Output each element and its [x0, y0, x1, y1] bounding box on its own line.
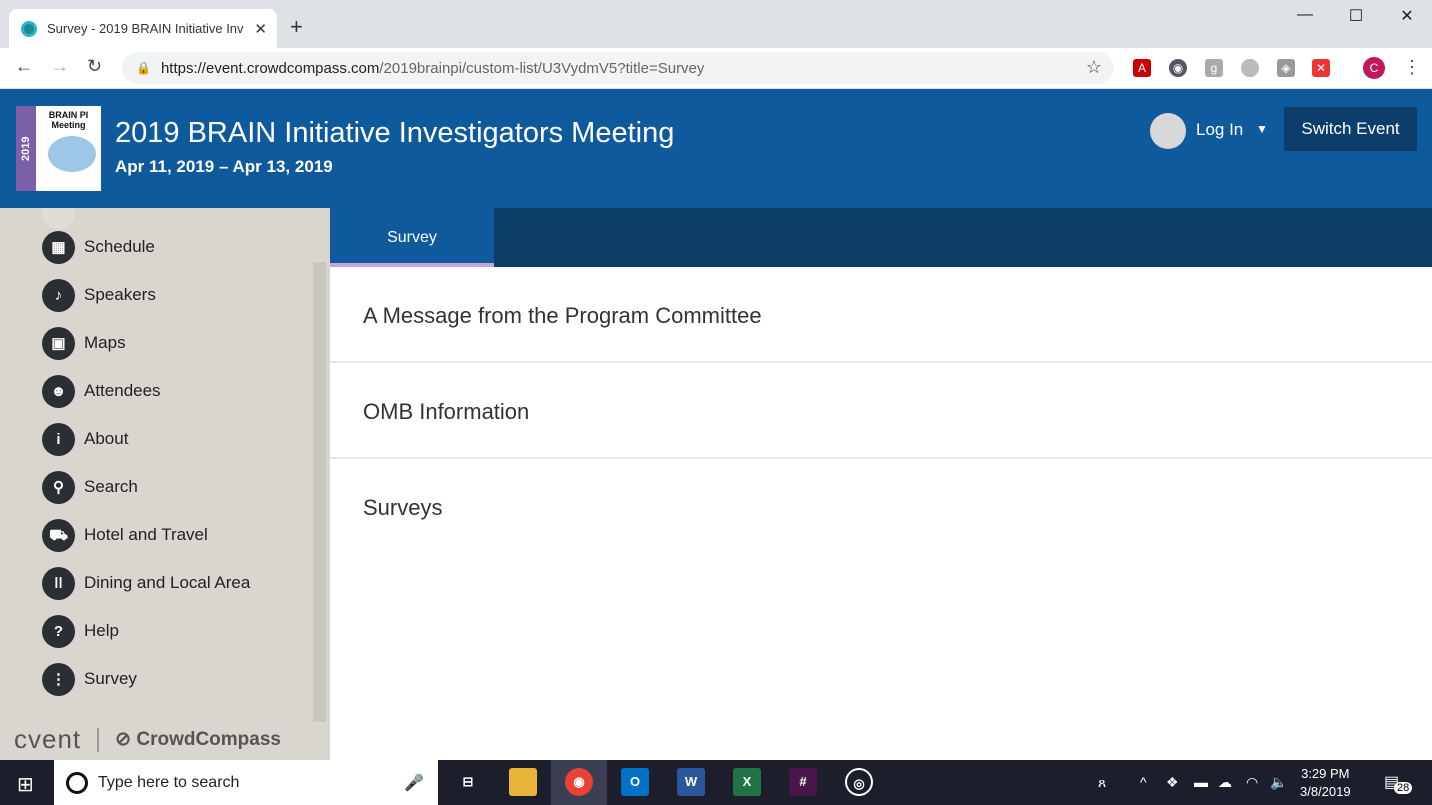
browser-toolbar: ← → ↻ 🔒 https://event.crowdcompass.com/2… [0, 48, 1432, 89]
back-icon[interactable]: ← [15, 56, 33, 77]
sidebar-item-partial[interactable] [42, 208, 84, 229]
event-dates: Apr 11, 2019 – Apr 13, 2019 [115, 157, 333, 176]
event-title: 2019 BRAIN Initiative Investigators Meet… [115, 117, 675, 149]
url-text: https://event.crowdcompass.com/2019brain… [160, 59, 705, 77]
reload-icon[interactable]: ↻ [87, 56, 102, 77]
chevron-down-icon[interactable]: ▼ [1256, 122, 1268, 136]
tab-title: Survey - 2019 BRAIN Initiative Inv [47, 21, 244, 36]
task-view-icon[interactable]: ⊟ [454, 768, 482, 796]
extension-x-icon[interactable]: ✕ [1312, 59, 1330, 77]
crowdcompass-logo: ⊘ CrowdCompass [115, 729, 281, 750]
outlook-icon[interactable]: O [621, 768, 649, 796]
list-item[interactable]: A Message from the Program Committee [330, 267, 1432, 363]
microphone-icon[interactable]: 🎤 [404, 773, 424, 793]
sidebar-item-help[interactable]: ? Help [42, 614, 119, 648]
profile-avatar[interactable]: C [1363, 57, 1385, 79]
list-item[interactable]: OMB Information [330, 363, 1432, 459]
groove-music-icon[interactable]: ◎ [845, 768, 873, 796]
fork-knife-icon: ǀǀ [42, 566, 75, 600]
people-icon: ☻ [42, 374, 75, 408]
sidebar-item-speakers[interactable]: ♪ Speakers [42, 278, 156, 312]
close-tab-icon[interactable]: ✕ [254, 20, 267, 38]
list-item-label: OMB Information [363, 399, 530, 424]
word-icon[interactable]: W [677, 768, 705, 796]
sidebar-item-about[interactable]: i About [42, 422, 128, 456]
logo-divider [97, 727, 100, 752]
sidebar-item-attendees[interactable]: ☻ Attendees [42, 374, 161, 408]
sidebar-item-search[interactable]: ⚲ Search [42, 470, 138, 504]
new-tab-button[interactable]: + [290, 14, 303, 40]
event-header: 2019 BRAIN PI Meeting 2019 BRAIN Initiat… [0, 89, 1432, 208]
sidebar-nav: ▦ Schedule ♪ Speakers ▣ Maps ☻ Attendees… [0, 208, 330, 760]
logo-year: 2019 [16, 106, 36, 191]
sidebar-scrollbar[interactable] [313, 262, 326, 722]
chrome-icon[interactable]: ◉ [565, 768, 593, 796]
content-tab-bar: Survey [330, 208, 1432, 267]
minimize-icon[interactable]: — [1282, 6, 1328, 24]
sidebar-item-hotel-travel[interactable]: ⛟ Hotel and Travel [42, 518, 208, 552]
file-explorer-icon[interactable] [509, 768, 537, 796]
search-placeholder: Type here to search [98, 773, 240, 791]
footer-logos: cvent ⊘ CrowdCompass [14, 724, 281, 755]
menu-dots-icon[interactable]: ⋮ [1403, 57, 1421, 78]
list-item-label: A Message from the Program Committee [363, 303, 762, 328]
question-icon: ? [42, 614, 75, 648]
excel-icon[interactable]: X [733, 768, 761, 796]
info-icon: i [42, 422, 75, 456]
sidebar-item-dining[interactable]: ǀǀ Dining and Local Area [42, 566, 250, 600]
lock-icon: 🔒 [136, 61, 151, 75]
sidebar-item-schedule[interactable]: ▦ Schedule [42, 230, 155, 264]
forward-icon[interactable]: → [51, 56, 69, 77]
map-icon: ▣ [42, 326, 75, 360]
logo-text: BRAIN PI Meeting [48, 110, 89, 130]
chevron-up-icon[interactable]: ^ [1140, 774, 1147, 790]
bookmark-star-icon[interactable]: ☆ [1086, 57, 1102, 78]
survey-icon: ⋮ [42, 662, 75, 696]
extension-g-icon[interactable]: g [1205, 59, 1223, 77]
system-clock[interactable]: 3:29 PM 3/8/2019 [1300, 765, 1351, 801]
list-item[interactable]: Surveys [330, 459, 1432, 555]
wifi-icon[interactable]: ◠ [1246, 774, 1258, 791]
tab-survey[interactable]: Survey [330, 208, 494, 267]
brain-icon [48, 136, 96, 172]
calendar-icon: ▦ [42, 230, 75, 264]
list-item-label: Surveys [363, 495, 443, 520]
battery-icon[interactable]: ▬ [1194, 774, 1208, 790]
extension-box-icon[interactable]: ◈ [1277, 59, 1295, 77]
user-avatar-icon[interactable] [1150, 113, 1186, 149]
cvent-logo: cvent [14, 724, 82, 754]
clock-date: 3/8/2019 [1300, 784, 1351, 799]
address-bar[interactable]: 🔒 https://event.crowdcompass.com/2019bra… [122, 52, 1114, 84]
dropbox-icon[interactable]: ❖ [1166, 774, 1179, 791]
maximize-icon[interactable]: ☐ [1333, 6, 1379, 26]
cortana-icon [66, 771, 88, 794]
notification-badge: 28 [1394, 782, 1413, 794]
switch-event-button[interactable]: Switch Event [1284, 107, 1417, 151]
site-favicon-icon [21, 20, 37, 37]
microphone-icon: ♪ [42, 278, 75, 312]
login-link[interactable]: Log In [1196, 120, 1243, 140]
slack-icon[interactable]: # [789, 768, 817, 796]
sidebar-item-survey[interactable]: ⋮ Survey [42, 662, 137, 696]
event-logo: 2019 BRAIN PI Meeting [16, 106, 101, 191]
pdf-extension-icon[interactable]: A [1133, 59, 1151, 77]
onedrive-icon[interactable]: ☁ [1218, 774, 1232, 791]
partial-icon [42, 208, 75, 229]
extension-circle-icon[interactable] [1241, 59, 1259, 77]
windows-start-icon[interactable]: ⊞ [17, 772, 34, 797]
extension-eye-icon[interactable]: ◉ [1169, 59, 1187, 77]
car-icon: ⛟ [42, 518, 75, 552]
clock-time: 3:29 PM [1301, 766, 1350, 781]
taskbar-search-input[interactable]: Type here to search 🎤 [54, 760, 438, 805]
people-icon[interactable]: ጸ [1098, 774, 1106, 791]
close-window-icon[interactable]: ✕ [1384, 6, 1430, 26]
volume-icon[interactable]: 🔈 [1270, 774, 1287, 791]
magnifier-icon: ⚲ [42, 470, 75, 504]
sidebar-item-maps[interactable]: ▣ Maps [42, 326, 126, 360]
browser-tab-strip: Survey - 2019 BRAIN Initiative Inv ✕ + —… [0, 0, 1432, 48]
browser-tab[interactable]: Survey - 2019 BRAIN Initiative Inv ✕ [9, 9, 277, 48]
